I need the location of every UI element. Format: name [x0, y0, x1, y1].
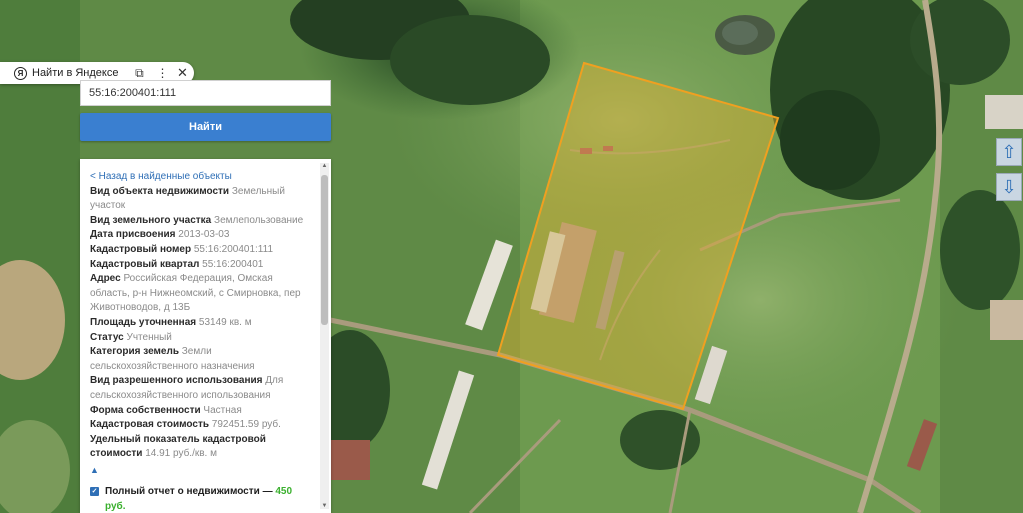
property-field-label: Форма собственности [90, 404, 201, 416]
property-field-label: Кадастровый квартал [90, 258, 200, 270]
property-field-label: Статус [90, 331, 124, 343]
scroll-down-icon[interactable]: ▼ [321, 503, 328, 509]
yandex-search-label[interactable]: Найти в Яндексе [32, 67, 118, 79]
property-field-label: Категория земель [90, 346, 179, 358]
property-field-value: Российская Федерация, Омская область, р-… [90, 273, 301, 314]
property-field-value: Учтенный [126, 331, 172, 343]
property-field-label: Кадастровый номер [90, 243, 192, 255]
property-field-row: Вид земельного участка Землепользование [90, 214, 314, 229]
property-field-label: Вид земельного участка [90, 214, 212, 226]
property-field-label: Вид объекта недвижимости [90, 185, 230, 197]
property-field-row: Удельный показатель кадастровой стоимост… [90, 433, 314, 462]
property-field-label: Дата присвоения [90, 229, 176, 241]
property-field-row: Вид разрешенного использования Для сельс… [90, 374, 314, 403]
find-button[interactable]: Найти [80, 113, 331, 141]
collapse-arrow-icon[interactable]: ▲ [90, 463, 314, 478]
more-vertical-icon[interactable]: ⋮ [156, 66, 168, 80]
property-field-label: Вид разрешенного использования [90, 375, 263, 387]
property-field-value: 55:16:200401:111 [193, 243, 274, 255]
copy-icon[interactable]: ⧉ [132, 66, 146, 81]
property-field-value: 14.91 руб./кв. м [145, 448, 217, 460]
property-field-row: Кадастровый квартал 55:16:200401 [90, 258, 314, 273]
report-label: Полный отчет о недвижимости — [105, 486, 273, 498]
map-nav-down-button[interactable]: ⇩ [996, 173, 1022, 201]
property-field-label: Адрес [90, 273, 121, 285]
arrow-down-icon: ⇩ [1001, 177, 1017, 197]
report-checkbox[interactable]: ✓ [90, 487, 99, 497]
property-field-value: 792451.59 руб. [211, 419, 281, 431]
property-fields: Вид объекта недвижимости Земельный участ… [90, 185, 314, 462]
property-field-row: Кадастровая стоимость 792451.59 руб. [90, 418, 314, 433]
property-field-label: Площадь уточненная [90, 316, 197, 328]
report-text: Полный отчет о недвижимости — 450 руб. [105, 485, 314, 513]
cadastral-search-input[interactable]: 55:16:200401:111 [80, 80, 331, 106]
property-info-content: < Назад в найденные объекты Вид объекта … [90, 170, 314, 513]
panel-scrollbar[interactable]: ▲ ▼ [320, 163, 329, 509]
property-field-row: Вид объекта недвижимости Земельный участ… [90, 185, 314, 214]
property-field-row: Площадь уточненная 53149 кв. м [90, 316, 314, 331]
property-field-row: Кадастровый номер 55:16:200401:111 [90, 243, 314, 258]
property-field-row: Дата присвоения 2013-03-03 [90, 228, 314, 243]
property-field-value: Землепользование [214, 214, 304, 226]
scroll-up-icon[interactable]: ▲ [321, 163, 328, 169]
property-field-row: Форма собственности Частная [90, 404, 314, 419]
property-field-value: Частная [203, 404, 242, 416]
property-field-row: Категория земель Земли сельскохозяйствен… [90, 345, 314, 374]
close-icon[interactable]: ✕ [176, 65, 188, 81]
property-field-row: Адрес Российская Федерация, Омская облас… [90, 272, 314, 316]
back-to-results-link[interactable]: < Назад в найденные объекты [90, 170, 314, 185]
property-info-panel: < Назад в найденные объекты Вид объекта … [80, 159, 331, 513]
property-field-value: 2013-03-03 [178, 229, 230, 241]
property-field-row: Статус Учтенный [90, 331, 314, 346]
yandex-logo-icon: Я [14, 66, 27, 80]
property-field-value: 55:16:200401 [202, 258, 264, 270]
full-report-option[interactable]: ✓ Полный отчет о недвижимости — 450 руб. [90, 485, 314, 513]
property-field-value: 53149 кв. м [198, 316, 252, 328]
property-field-label: Кадастровая стоимость [90, 419, 209, 431]
scrollbar-thumb[interactable] [321, 175, 328, 325]
arrow-up-icon: ⇧ [1001, 142, 1017, 162]
map-nav-up-button[interactable]: ⇧ [996, 138, 1022, 166]
